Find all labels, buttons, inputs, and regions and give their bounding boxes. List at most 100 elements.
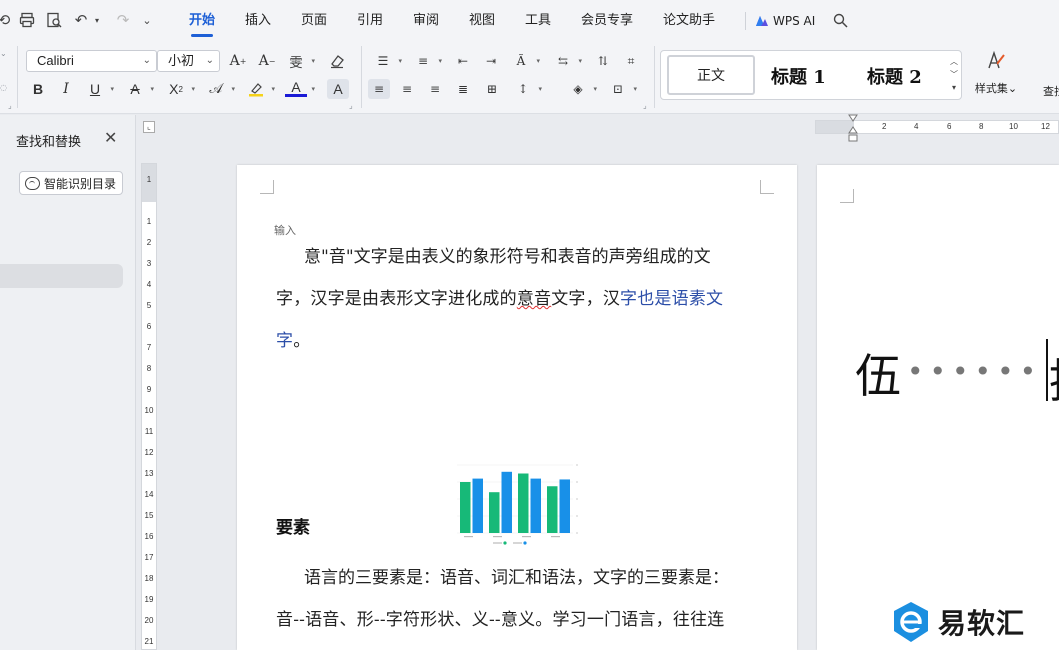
increase-indent-button[interactable]: ⇥	[480, 51, 502, 71]
paragraph[interactable]: 意"音"文字是由表义的象形符号和表音的声旁组成的文 字，汉字是由表形文字进化成的…	[276, 236, 764, 362]
tab-home[interactable]: 开始	[189, 10, 215, 37]
italic-button[interactable]: I	[55, 79, 77, 99]
document-page[interactable]: 伍 •••••• 推	[817, 165, 1059, 650]
wps-ai-logo-icon	[755, 15, 769, 27]
search-icon[interactable]	[830, 10, 850, 30]
ruler-number: 2	[882, 122, 887, 131]
numbered-list-button[interactable]: ≡ ▾	[412, 51, 442, 71]
undo-icon[interactable]: ↶	[70, 10, 92, 30]
align-center-button[interactable]: ≡	[396, 79, 418, 99]
format-painter-partial-icon[interactable]: ◌	[0, 84, 8, 92]
ribbon-separator	[17, 46, 18, 108]
embedded-bar-chart[interactable]	[453, 461, 581, 547]
justify-button[interactable]: ≣	[452, 79, 474, 99]
styles-scroll-icon[interactable]: ︿ ﹀ ▾	[949, 55, 959, 94]
ribbon-separator	[361, 46, 362, 108]
watermark-logo	[894, 602, 928, 642]
clipboard-partial-icon[interactable]: ⌄	[0, 50, 8, 58]
undo-dropdown-icon[interactable]: ▾	[92, 10, 102, 30]
wps-ai-button[interactable]: WPS AI	[755, 10, 815, 32]
spell-error-text[interactable]: 意音	[517, 289, 551, 309]
chart-legend-label	[513, 542, 522, 544]
corner-mark	[760, 180, 774, 194]
align-right-button[interactable]: ≡	[424, 79, 446, 99]
smart-toc-button[interactable]: 智能识别目录	[19, 171, 123, 195]
chevron-down-icon[interactable]: ⌄	[138, 10, 156, 30]
tab-member[interactable]: 会员专享	[581, 10, 633, 32]
underline-button[interactable]: U ▾	[84, 79, 114, 99]
close-icon[interactable]: ✕	[104, 128, 117, 147]
paragraph-group-expand-icon[interactable]: ⌟	[643, 102, 651, 110]
distributed-align-button[interactable]: ⊞	[481, 79, 503, 99]
chart-bar	[460, 482, 471, 533]
document-page[interactable]: 输入 意"音"文字是由表义的象形符号和表音的声旁组成的文 字，汉字是由表形文字进…	[237, 165, 797, 650]
superscript-button[interactable]: X 2 ▾	[165, 79, 195, 99]
panel-list-item[interactable]	[0, 264, 123, 288]
font-group-expand-icon[interactable]: ⌟	[349, 102, 357, 110]
ruler-number: 14	[144, 490, 154, 499]
font-name-select[interactable]: Calibri ⌄	[26, 50, 157, 72]
ruler-number: 19	[144, 595, 154, 604]
text-run: 。	[293, 331, 311, 351]
text-line: 意"音"文字是由表义的象形符号和表音的声旁组成的文	[304, 247, 711, 267]
paragraph[interactable]: 语言的三要素是：语音、词汇和语法，文字的三要素是： 音--语音、形--字符形状、…	[276, 557, 764, 641]
char-shading-button[interactable]: A	[327, 79, 349, 99]
font-size-select[interactable]: 小初 ⌄	[157, 50, 220, 72]
chinese-layout-button[interactable]: Ã ▾	[510, 51, 540, 71]
align-left-button[interactable]: ≡	[368, 79, 390, 99]
text-line: 字。	[276, 320, 764, 362]
line-spacing-button[interactable]: ↕ ▾	[512, 79, 542, 99]
section-heading[interactable]: 要素	[276, 513, 310, 538]
find-replace-label[interactable]: 查找替换	[1043, 83, 1059, 99]
text-line: 语言的三要素是：语音、词汇和语法，文字的三要素是：	[304, 568, 729, 588]
tab-view[interactable]: 视图	[469, 10, 495, 32]
tab-thesis-assistant[interactable]: 论文助手	[663, 10, 715, 32]
highlight-button[interactable]: ▾	[245, 79, 275, 99]
partial-icon[interactable]: ⟲	[0, 10, 12, 30]
tab-stop-icon[interactable]: ⌞	[143, 121, 155, 133]
font-size-value: 小初	[168, 53, 195, 68]
strikethrough-button[interactable]: A ▾	[124, 79, 154, 99]
tab-separator	[745, 12, 746, 30]
tab-tools[interactable]: 工具	[525, 10, 551, 32]
watermark: 易软汇	[890, 600, 1025, 644]
decrease-indent-button[interactable]: ⇤	[452, 51, 474, 71]
text-direction-button[interactable]: ⇆ ▾	[552, 51, 582, 71]
font-color-button[interactable]: A ▾	[285, 79, 315, 97]
clear-format-button[interactable]	[326, 51, 348, 71]
ruler-number: 10	[144, 406, 154, 415]
show-marks-button[interactable]: ⌗	[620, 51, 642, 71]
text-line: 字，汉字是由表形文字进化成的意音文字，汉字也是语素文	[276, 278, 764, 320]
bold-button[interactable]: B	[27, 79, 49, 99]
redo-icon[interactable]: ↷	[112, 10, 134, 30]
style-heading-2[interactable]: 标题 2	[867, 63, 922, 89]
shading-button[interactable]: ◈ ▾	[567, 79, 597, 99]
tab-references[interactable]: 引用	[357, 10, 383, 32]
phonetic-guide-button[interactable]: 雯 ▾	[285, 51, 315, 71]
tab-page[interactable]: 页面	[301, 10, 327, 32]
tab-review[interactable]: 审阅	[413, 10, 439, 32]
text-effect-button[interactable]: 𝒜 ▾	[205, 79, 235, 99]
chart-tick-mark	[576, 515, 578, 517]
bullet-list-button[interactable]: ☰ ▾	[372, 51, 402, 71]
highlighted-text: 字也是语素文	[620, 289, 724, 309]
indent-marker-icon[interactable]	[848, 114, 858, 144]
shrink-font-button[interactable]: A −	[256, 51, 278, 71]
style-set-button[interactable]: 样式集⌄	[966, 50, 1026, 102]
style-normal[interactable]: 正文	[667, 55, 755, 95]
top-tab-bar: ⟲ ↶ ▾ ↷ ⌄ 开始 插入 页面 引用 审阅 视图 工具 会员专享 论文助手…	[0, 0, 1059, 40]
ruler-number: 12	[1041, 122, 1050, 131]
chart-tick-mark	[576, 498, 578, 500]
large-text: 伍	[855, 349, 901, 403]
text-cursor	[1046, 339, 1048, 401]
style-set-label: 样式集	[974, 82, 1008, 95]
grow-font-button[interactable]: A +	[227, 51, 249, 71]
print-icon[interactable]	[16, 10, 38, 30]
ruler-number: 9	[146, 385, 152, 394]
tab-insert[interactable]: 插入	[245, 10, 271, 32]
print-preview-icon[interactable]	[43, 10, 65, 30]
border-button[interactable]: ⊡ ▾	[607, 79, 637, 99]
style-heading-1[interactable]: 标题 1	[771, 63, 826, 89]
sort-button[interactable]: ⇅	[592, 51, 614, 71]
group-expand-icon[interactable]: ⌟	[8, 102, 16, 110]
